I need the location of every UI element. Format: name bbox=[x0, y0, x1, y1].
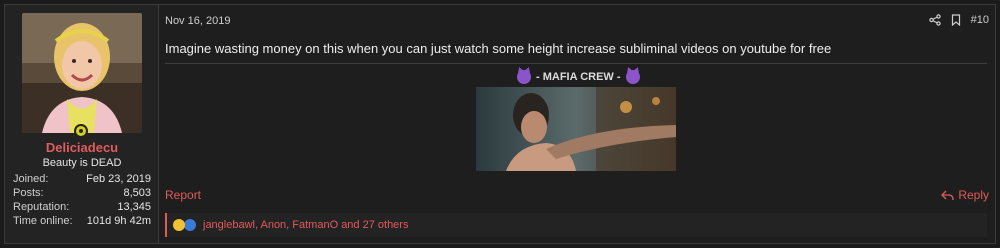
reactions-bar[interactable]: janglebawl, Anon, FatmanO and 27 others bbox=[165, 213, 987, 237]
stat-label: Joined: bbox=[13, 173, 49, 185]
post-actions-top: #10 bbox=[928, 14, 989, 26]
stat-label: Posts: bbox=[13, 187, 44, 199]
stat-value: 8,503 bbox=[123, 187, 151, 199]
signature-title: - MAFIA CREW - bbox=[517, 68, 640, 86]
reply-label: Reply bbox=[958, 188, 989, 202]
report-link[interactable]: Report bbox=[165, 188, 201, 202]
username[interactable]: Deliciadecu bbox=[5, 140, 159, 155]
reply-button[interactable]: Reply bbox=[941, 188, 989, 202]
stat-value: 13,345 bbox=[117, 201, 151, 213]
signature-image bbox=[476, 87, 676, 171]
bookmark-icon[interactable] bbox=[951, 14, 961, 26]
devil-emoji-icon bbox=[517, 70, 531, 84]
user-title: Beauty is DEAD bbox=[42, 157, 122, 169]
stat-value: 101d 9h 42m bbox=[86, 215, 151, 227]
stat-joined: Joined: Feb 23, 2019 bbox=[13, 172, 151, 186]
stat-label: Time online: bbox=[13, 215, 73, 227]
devil-emoji-icon bbox=[625, 70, 640, 84]
laugh-reaction-icon bbox=[173, 219, 185, 231]
online-status-icon bbox=[74, 124, 88, 138]
post-message: Imagine wasting money on this when you c… bbox=[165, 41, 832, 56]
post-date[interactable]: Nov 16, 2019 bbox=[165, 15, 230, 27]
signature-divider bbox=[165, 63, 987, 64]
reaction-icons bbox=[173, 218, 197, 232]
reactions-list[interactable]: janglebawl, Anon, FatmanO and 27 others bbox=[203, 219, 408, 231]
stat-time-online: Time online: 101d 9h 42m bbox=[13, 214, 151, 228]
stat-value: Feb 23, 2019 bbox=[86, 173, 151, 185]
stat-posts: Posts: 8,503 bbox=[13, 186, 151, 200]
user-stats: Joined: Feb 23, 2019 Posts: 8,503 Reputa… bbox=[13, 172, 151, 228]
reply-icon bbox=[941, 190, 954, 201]
post-main: Nov 16, 2019 #10 Imagine wasting money o… bbox=[165, 5, 991, 243]
signature-title-text: - MAFIA CREW - bbox=[536, 71, 621, 83]
avatar[interactable] bbox=[22, 13, 142, 133]
stat-label: Reputation: bbox=[13, 201, 70, 213]
user-info-panel: Deliciadecu Beauty is DEAD Joined: Feb 2… bbox=[5, 5, 159, 243]
post-number[interactable]: #10 bbox=[971, 14, 989, 26]
share-icon[interactable] bbox=[928, 14, 941, 26]
stat-reputation: Reputation: 13,345 bbox=[13, 200, 151, 214]
post-container: Deliciadecu Beauty is DEAD Joined: Feb 2… bbox=[4, 4, 996, 244]
like-reaction-icon bbox=[183, 218, 197, 232]
